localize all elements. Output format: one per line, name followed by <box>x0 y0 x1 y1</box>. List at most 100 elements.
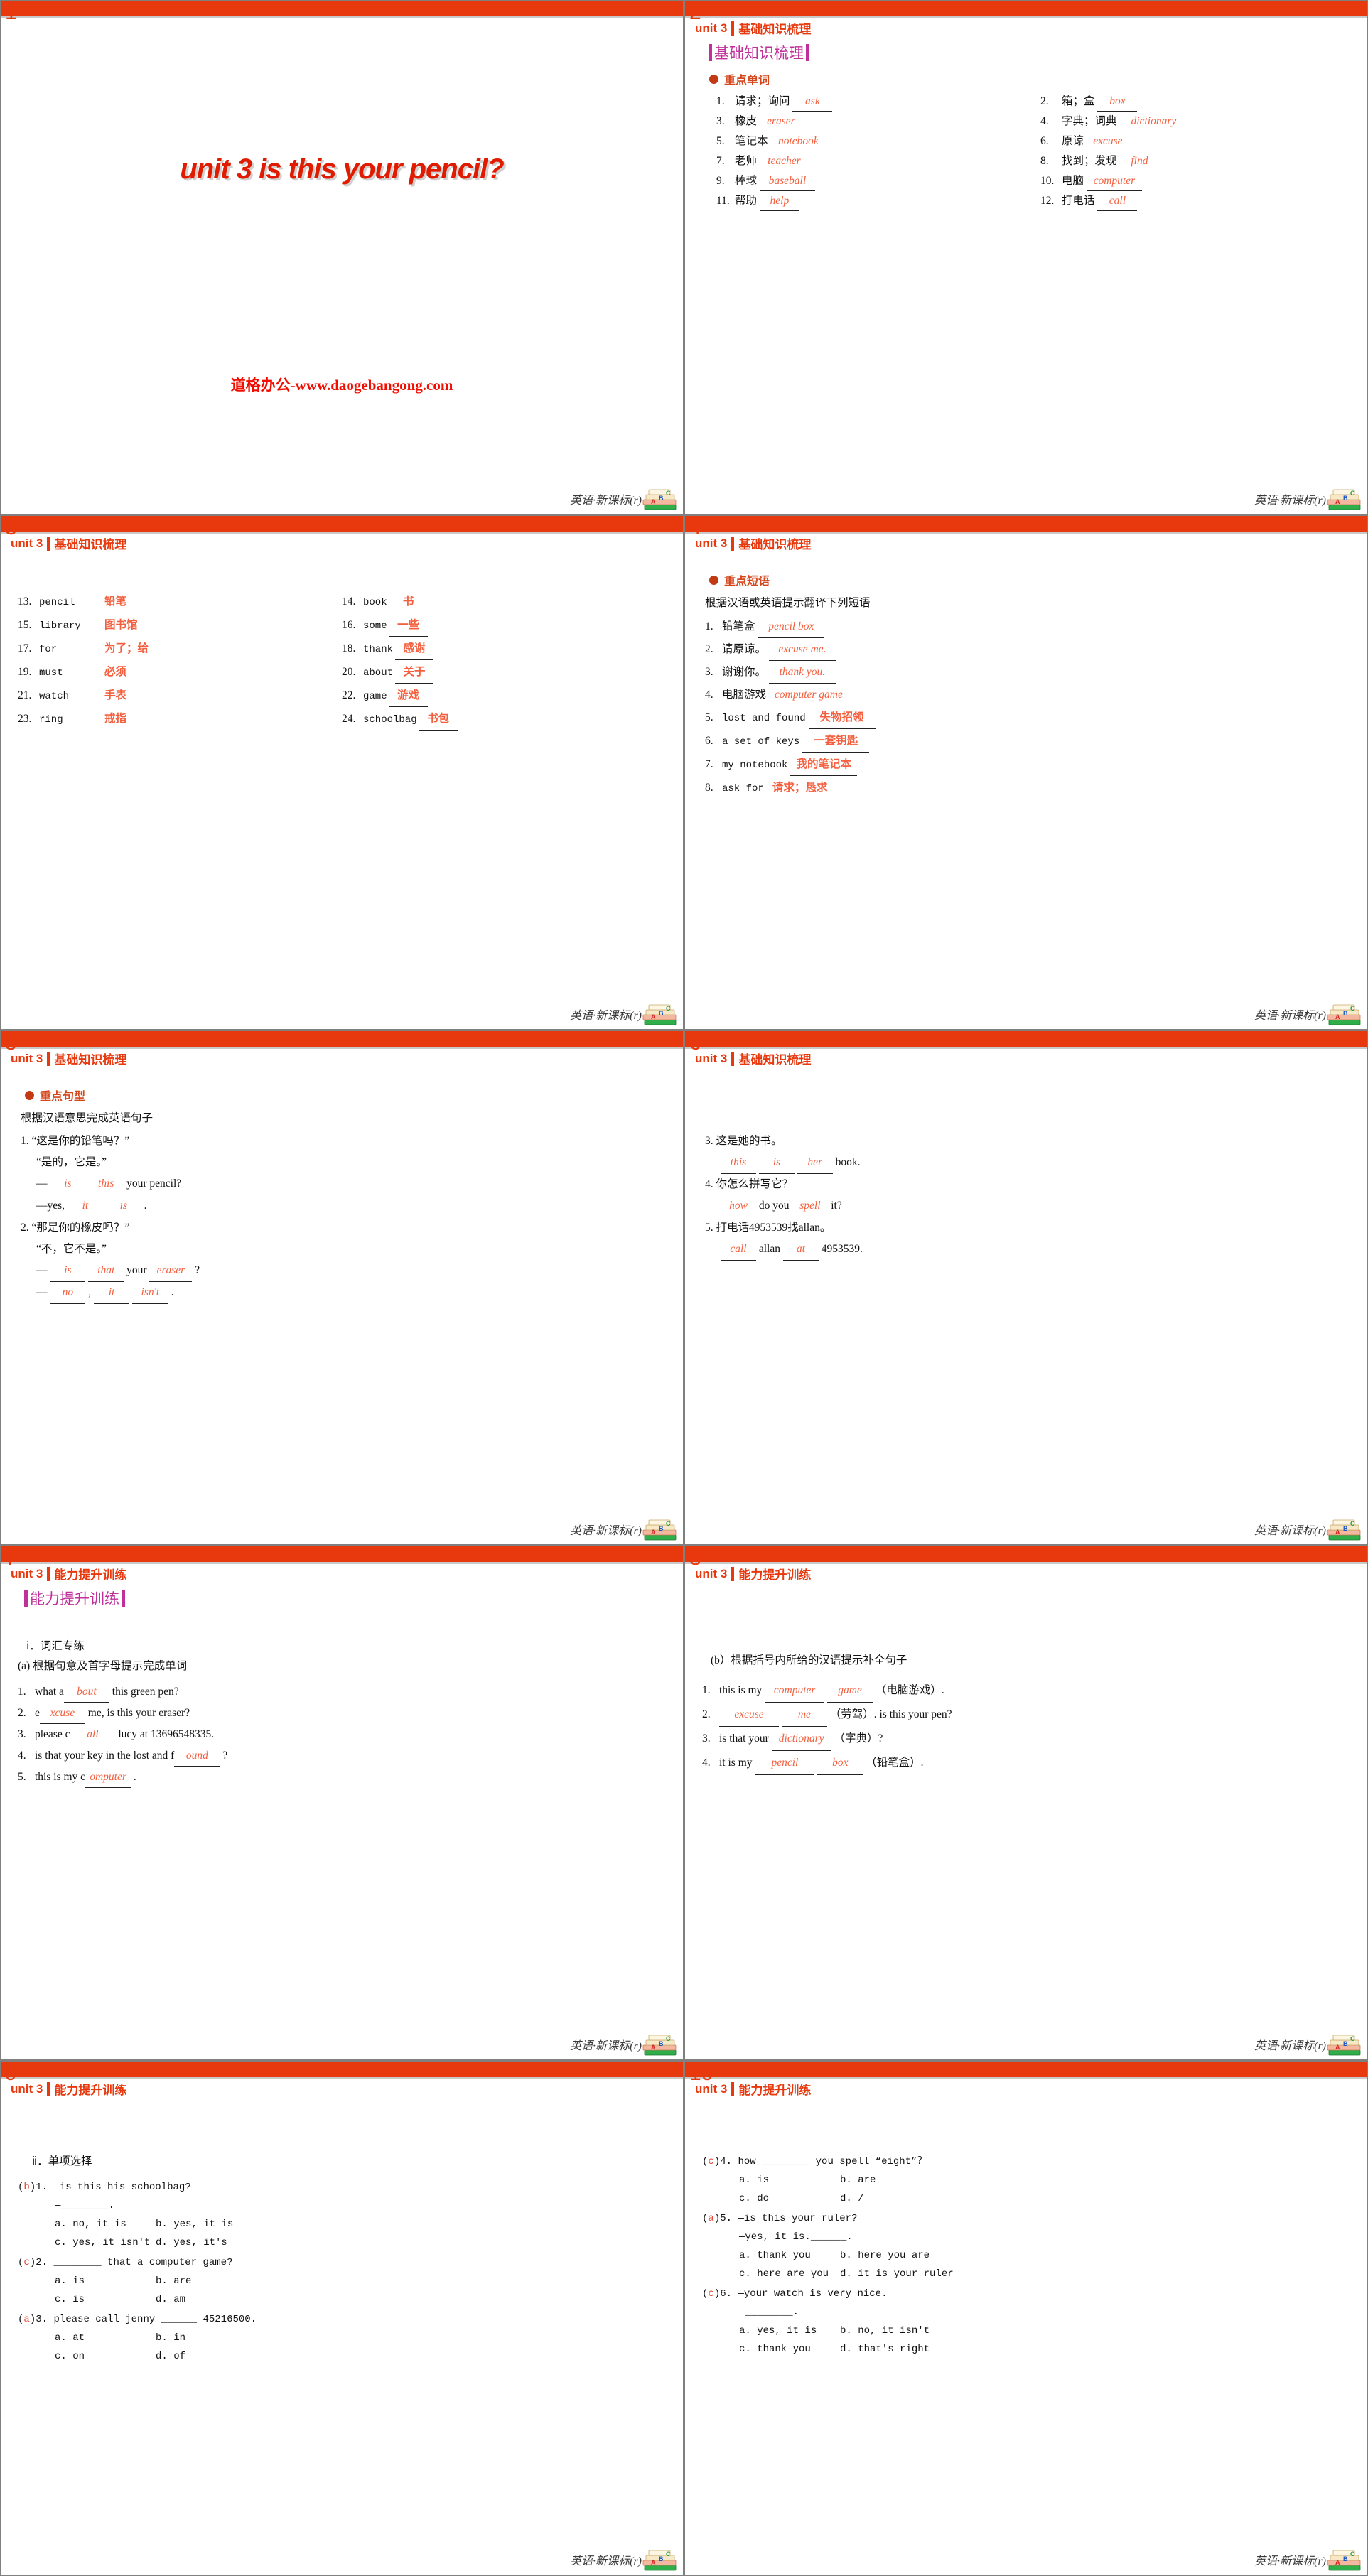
header-section-label: 能力提升训练 <box>54 1568 127 1582</box>
svg-text:B: B <box>659 495 664 502</box>
training-subheading-a: (a) 根据句意及首字母提示完成单词 <box>18 1660 188 1672</box>
svg-text:C: C <box>1350 1520 1355 1527</box>
vocab-number: 12. <box>1040 195 1055 207</box>
slide-5[interactable]: 5 unit 3 基础知识梳理 英语·新课标(r) A B C 重点句型 根据汉语意思完成英语句… <box>0 1030 684 1545</box>
choice-answer-key: (c) <box>18 2257 36 2268</box>
choice-option-b[interactable]: b. are <box>840 2174 876 2186</box>
vocab-answer: ask <box>792 92 833 112</box>
section-badge-left-bar <box>709 44 712 61</box>
choice-option-a[interactable]: a. at <box>55 2329 156 2347</box>
choice-option-c[interactable]: c. do <box>739 2189 840 2208</box>
vocab-chinese: 打电话 <box>1062 195 1095 207</box>
slide-6[interactable]: 6 unit 3 基础知识梳理 英语·新课标(r) A B C 3. 这是她的书。 this i… <box>684 1030 1368 1545</box>
vocab-item: 13. pencil 铅笔 <box>18 591 149 614</box>
svg-text:C: C <box>666 2035 671 2042</box>
choice-option-b[interactable]: b. are <box>156 2275 191 2287</box>
slide-9[interactable]: 9 unit 3 能力提升训练 英语·新课标(r) A B Cⅱ．单项选择 (b)1. —is… <box>0 2061 684 2575</box>
choice-option-a[interactable]: a. is <box>55 2272 156 2290</box>
vocab-answer: eraser <box>759 112 802 131</box>
choice-option-b[interactable]: b. in <box>156 2332 185 2344</box>
choice-option-d[interactable]: d. it is your ruler <box>840 2268 954 2280</box>
books-icon: A BC <box>642 2035 677 2056</box>
vocab-number: 24. <box>342 713 356 725</box>
slide-10[interactable]: 10 unit 3 能力提升训练 英语·新课标(r) A B C (c)4. how ____… <box>684 2061 1368 2575</box>
slide-7[interactable]: 7 unit 3 能力提升训练 英语·新课标(r) A B C 能力提升训练 ⅰ．词汇专练 (a)… <box>0 1546 684 2060</box>
slide-3[interactable]: 3 unit 3 基础知识梳理 英语·新课标(r) A B C 13. pencil 铅笔 15. l… <box>0 515 684 1030</box>
item-answer-1: pencil <box>755 1751 815 1775</box>
vocab-number: 9. <box>716 175 725 187</box>
vocab-item: 17. for 为了；给 <box>18 637 149 661</box>
choice-option-c[interactable]: c. yes, it isn't <box>55 2233 156 2252</box>
choice-options-row: c. is d. am <box>18 2290 257 2309</box>
vocab-answer: 感谢 <box>395 637 434 660</box>
vocab-number: 10. <box>1040 175 1055 187</box>
svg-text:C: C <box>1350 2550 1355 2558</box>
choice-option-b[interactable]: b. yes, it is <box>156 2219 233 2230</box>
choice-option-d[interactable]: d. of <box>156 2351 185 2362</box>
phrases-instruction: 根据汉语或英语提示翻译下列短语 <box>705 597 871 609</box>
svg-text:B: B <box>1343 495 1348 502</box>
item-answer-1: dictionary <box>771 1727 831 1751</box>
header-divider <box>731 1566 735 1581</box>
slide-2[interactable]: 2 unit 3 基础知识梳理 英语·新课标(r) A B C 基础知识梳理 重点单词 1. 请求；… <box>684 0 1368 514</box>
sentence-line: — is this your pencil? <box>21 1173 200 1195</box>
phrase-list: 1. 铅笔盒 pencil box 2. 请原谅。 excuse me. 3. 谢谢你。 … <box>705 615 876 800</box>
choice-option-a[interactable]: a. no, it is <box>55 2215 156 2233</box>
fill-blank-item: 3. please c all lucy at 13696548335. <box>18 1724 227 1745</box>
slide-header: unit 3 能力提升训练 <box>11 2080 126 2098</box>
vocab-number: 11. <box>716 195 730 207</box>
vocab-answer: 铅笔 <box>104 596 127 608</box>
choice-option-c[interactable]: c. here are you <box>739 2265 840 2283</box>
choice-option-c[interactable]: c. on <box>55 2347 156 2366</box>
choice-option-d[interactable]: d. / <box>840 2193 864 2204</box>
slide-footer-label: 英语·新课标(r) <box>1254 2555 1326 2567</box>
books-logo: ABC <box>1326 1002 1363 1026</box>
vocab-number: 1. <box>716 95 725 107</box>
slide-4[interactable]: 4 unit 3 基础知识梳理 英语·新课标(r) A B C 重点短语 根据汉语或英语提示翻译… <box>684 515 1368 1030</box>
item-number: 1. <box>702 1684 711 1696</box>
choice-stem: ________ that a computer game? <box>53 2257 233 2268</box>
slide-header: unit 3 基础知识梳理 <box>695 534 811 552</box>
slide-1[interactable]: 1 英语·新课标(r) A B Cunit 3 is this your pencil?… <box>0 0 684 514</box>
choice-option-d[interactable]: d. yes, it's <box>156 2237 227 2248</box>
item-prefix: e <box>35 1707 40 1719</box>
vocab-answer: 手表 <box>104 689 127 701</box>
choice-options-row: a. yes, it is b. no, it isn't <box>702 2322 954 2340</box>
page-title: unit 3 is this your pencil? <box>180 153 504 185</box>
slide-8[interactable]: 8 unit 3 能力提升训练 英语·新课标(r) A B C (b）根据括号内所给的汉语提示… <box>684 1546 1368 2060</box>
choice-option-d[interactable]: d. am <box>156 2294 185 2305</box>
svg-text:B: B <box>1343 2040 1348 2047</box>
header-divider <box>731 1051 735 1066</box>
vocab-answer: notebook <box>770 131 826 151</box>
choice-number: 6. <box>720 2288 738 2300</box>
books-icon: A BC <box>1327 2035 1361 2056</box>
slide-footer-label: 英语·新课标(r) <box>570 2040 642 2052</box>
item-suffix: . <box>131 1771 136 1783</box>
choice-option-b[interactable]: b. no, it isn't <box>840 2325 930 2337</box>
choice-option-c[interactable]: c. is <box>55 2290 156 2309</box>
choice-options-row: a. thank you b. here you are <box>702 2246 954 2265</box>
section-badge-left-bar <box>24 1590 28 1607</box>
fill-blank-item: 3. is that your dictionary （字典）? <box>702 1727 952 1751</box>
item-number: 3. <box>702 1732 711 1745</box>
svg-text:B: B <box>659 1010 664 1017</box>
choice-option-b[interactable]: b. here you are <box>840 2250 930 2261</box>
choice-option-c[interactable]: c. thank you <box>739 2340 840 2359</box>
choice-option-a[interactable]: a. thank you <box>739 2246 840 2265</box>
choice-option-a[interactable]: a. is <box>739 2171 840 2189</box>
phrase-number: 8. <box>705 782 713 794</box>
slide-top-bar <box>1 516 683 532</box>
choice-stem-line-2: —________. <box>55 2200 115 2211</box>
vocab-answer: call <box>1097 191 1138 211</box>
choice-stem-line: (c)6. —your watch is very nice. <box>702 2285 954 2303</box>
answer-blank: spell <box>792 1195 829 1217</box>
phrase-answer: 请求；恳求 <box>766 777 834 799</box>
vocab-item: 22. game 游戏 <box>342 684 458 708</box>
svg-text:C: C <box>666 1005 671 1012</box>
vocab-english: about <box>363 667 394 679</box>
choice-option-d[interactable]: d. that's right <box>840 2344 930 2355</box>
books-logo: ABC <box>642 1002 679 1026</box>
vocab-number: 15. <box>18 619 32 631</box>
svg-text:B: B <box>1343 1525 1348 1532</box>
choice-option-a[interactable]: a. yes, it is <box>739 2322 840 2340</box>
